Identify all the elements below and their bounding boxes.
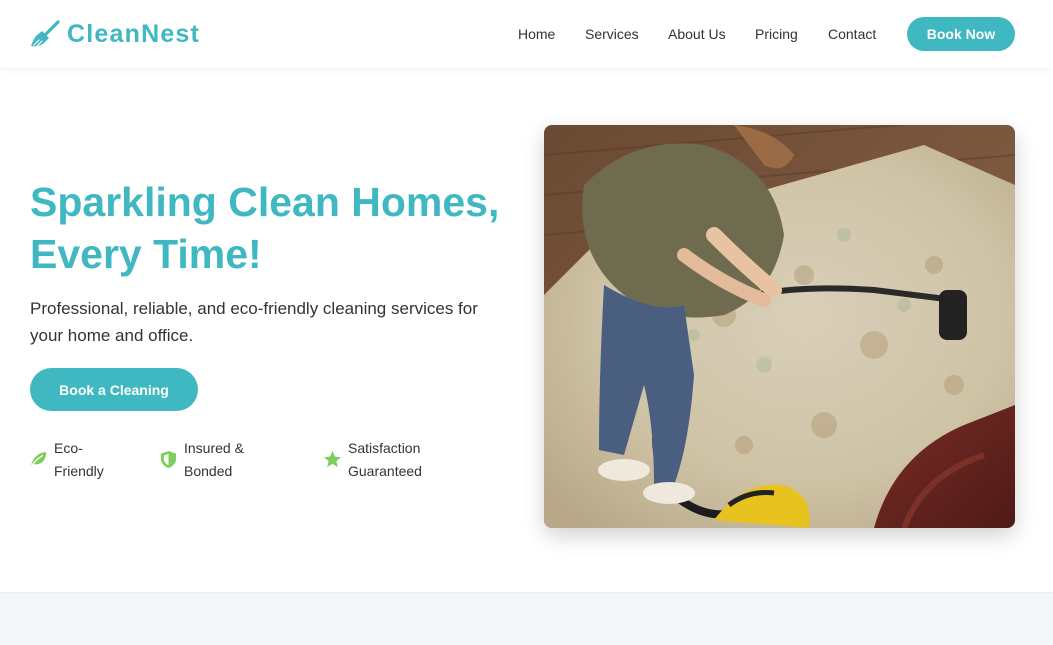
nav-services-link[interactable]: Services xyxy=(585,26,639,42)
shield-icon xyxy=(160,450,177,469)
hero-title-line-2: Every Time! xyxy=(30,231,262,277)
hero-subtitle: Professional, reliable, and eco-friendly… xyxy=(30,299,478,345)
star-icon xyxy=(323,450,342,468)
next-section xyxy=(0,592,1053,645)
feature-label: Insured & Bonded xyxy=(184,440,244,479)
nav-contact-link[interactable]: Contact xyxy=(828,26,876,42)
feature-label: Eco-Friendly xyxy=(54,440,104,479)
nav-home-link[interactable]: Home xyxy=(518,26,555,42)
hero-title: Sparkling Clean Homes, Every Time! xyxy=(30,176,530,280)
hero-title-line-1: Sparkling Clean Homes, xyxy=(30,179,500,225)
feature-eco-friendly: Eco-Friendly xyxy=(29,437,114,483)
nav-about-link[interactable]: About Us xyxy=(668,26,726,42)
feature-label: Satisfaction Guaranteed xyxy=(348,440,422,479)
logo[interactable]: CleanNest xyxy=(30,18,200,50)
hero-image xyxy=(544,125,1015,528)
brand-name: CleanNest xyxy=(67,19,201,48)
feature-satisfaction-guaranteed: Satisfaction Guaranteed xyxy=(323,437,438,483)
book-now-button[interactable]: Book Now xyxy=(907,17,1015,51)
nav-pricing-link[interactable]: Pricing xyxy=(755,26,798,42)
broom-icon xyxy=(31,20,60,47)
vacuum-cleaning-photo xyxy=(544,125,1015,528)
leaf-icon xyxy=(29,451,47,469)
book-cleaning-button[interactable]: Book a Cleaning xyxy=(30,368,198,411)
site-header: CleanNest Home Services About Us Pricing… xyxy=(0,0,1053,68)
feature-insured-bonded: Insured & Bonded xyxy=(159,437,254,483)
